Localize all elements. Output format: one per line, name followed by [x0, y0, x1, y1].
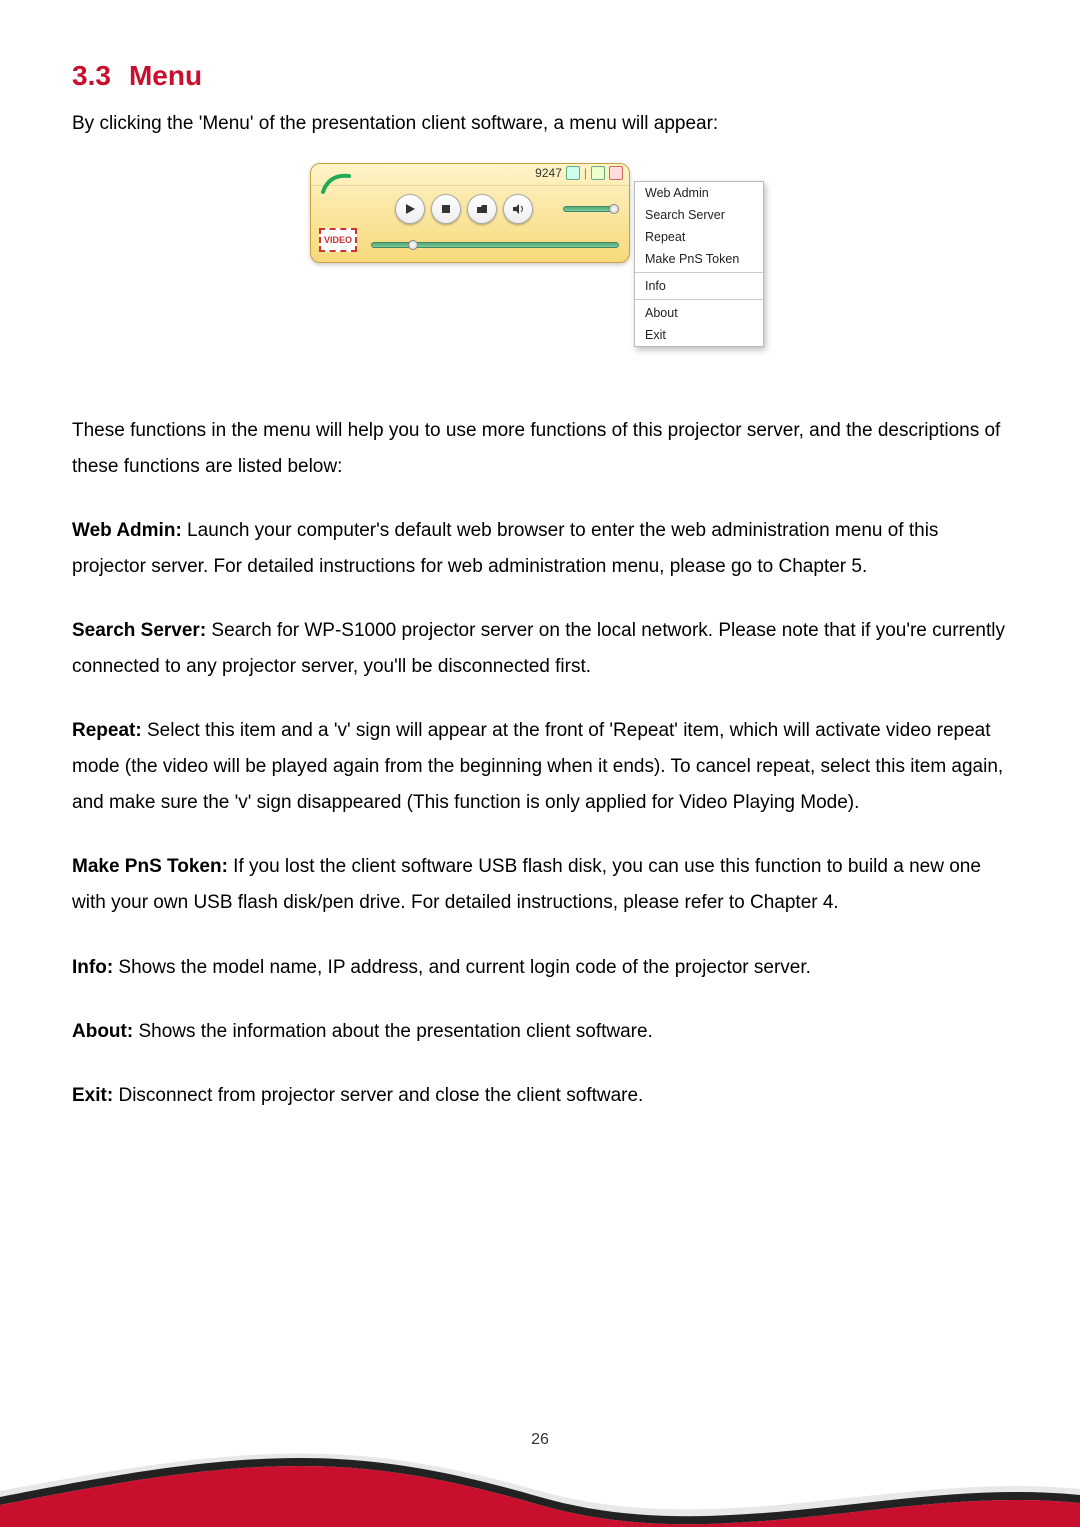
- menu-item-exit[interactable]: Exit: [635, 324, 763, 346]
- player-titlebar: 9247 |: [311, 164, 629, 186]
- section-heading: 3.3 Menu: [72, 60, 1008, 92]
- intro-paragraph: By clicking the 'Menu' of the presentati…: [72, 110, 1008, 139]
- desc-web-admin: Web Admin: Launch your computer's defaul…: [72, 513, 1008, 585]
- timeline-slider[interactable]: [371, 242, 619, 248]
- desc-make-pns-token: Make PnS Token: If you lost the client s…: [72, 849, 1008, 921]
- desc-search-server: Search Server: Search for WP-S1000 proje…: [72, 613, 1008, 685]
- text-web-admin: Launch your computer's default web brows…: [72, 520, 938, 577]
- login-code: 9247: [535, 166, 562, 180]
- label-exit: Exit:: [72, 1085, 113, 1106]
- text-repeat: Select this item and a 'v' sign will app…: [72, 720, 1003, 813]
- open-button[interactable]: [467, 194, 497, 224]
- text-exit: Disconnect from projector server and clo…: [113, 1085, 643, 1106]
- text-search-server: Search for WP-S1000 projector server on …: [72, 620, 1005, 677]
- play-button[interactable]: [395, 194, 425, 224]
- menu-item-repeat[interactable]: Repeat: [635, 226, 763, 248]
- stop-button[interactable]: [431, 194, 461, 224]
- desc-info: Info: Shows the model name, IP address, …: [72, 950, 1008, 986]
- screenshot: 9247 | VIDEO: [310, 163, 770, 363]
- menu-item-web-admin[interactable]: Web Admin: [635, 182, 763, 204]
- label-make-pns-token: Make PnS Token:: [72, 856, 228, 877]
- document-page: 3.3 Menu By clicking the 'Menu' of the pr…: [0, 0, 1080, 1527]
- label-search-server: Search Server:: [72, 620, 206, 641]
- close-icon[interactable]: [609, 166, 623, 180]
- app-logo-icon: [319, 170, 353, 198]
- footer-swoosh-icon: [0, 1431, 1080, 1527]
- desc-repeat: Repeat: Select this item and a 'v' sign …: [72, 713, 1008, 821]
- functions-intro: These functions in the menu will help yo…: [72, 413, 1008, 485]
- desc-exit: Exit: Disconnect from projector server a…: [72, 1078, 1008, 1114]
- section-number: 3.3: [72, 60, 111, 91]
- section-title: Menu: [129, 60, 202, 91]
- player-controls: [395, 194, 533, 224]
- label-info: Info:: [72, 957, 113, 978]
- menu-icon[interactable]: [566, 166, 580, 180]
- context-menu: Web Admin Search Server Repeat Make PnS …: [634, 181, 764, 347]
- label-repeat: Repeat:: [72, 720, 142, 741]
- menu-separator: [635, 272, 763, 273]
- figure: 9247 | VIDEO: [72, 163, 1008, 363]
- menu-item-info[interactable]: Info: [635, 275, 763, 297]
- menu-item-make-pns-token[interactable]: Make PnS Token: [635, 248, 763, 270]
- player-code-area: 9247 |: [535, 166, 623, 180]
- menu-item-about[interactable]: About: [635, 302, 763, 324]
- text-about: Shows the information about the presenta…: [133, 1021, 653, 1042]
- menu-item-search-server[interactable]: Search Server: [635, 204, 763, 226]
- volume-slider[interactable]: [563, 206, 617, 212]
- label-web-admin: Web Admin:: [72, 520, 182, 541]
- volume-knob-icon[interactable]: [609, 204, 619, 214]
- video-badge: VIDEO: [319, 228, 357, 252]
- desc-about: About: Shows the information about the p…: [72, 1014, 1008, 1050]
- menu-separator: [635, 299, 763, 300]
- volume-button[interactable]: [503, 194, 533, 224]
- player-window: 9247 | VIDEO: [310, 163, 630, 263]
- text-info: Shows the model name, IP address, and cu…: [113, 957, 811, 978]
- label-about: About:: [72, 1021, 133, 1042]
- timeline-knob-icon[interactable]: [408, 240, 418, 250]
- minimize-icon[interactable]: [591, 166, 605, 180]
